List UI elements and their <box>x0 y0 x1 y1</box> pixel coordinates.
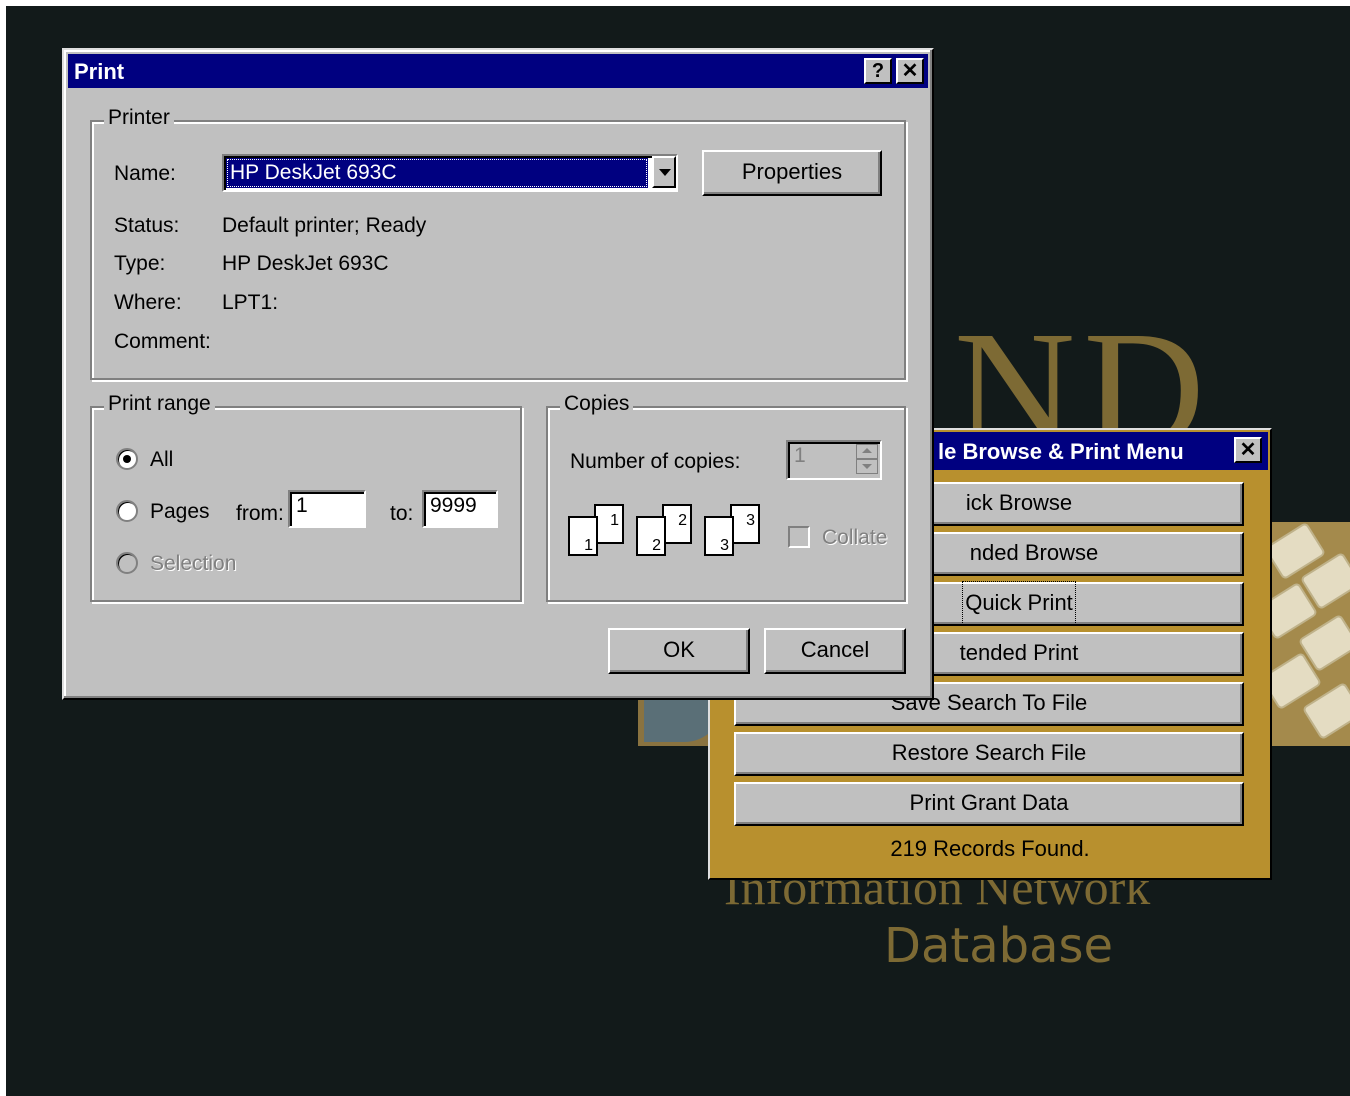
copies-value: 1 <box>794 444 806 467</box>
from-label: from: <box>236 502 284 525</box>
all-label: All <box>150 448 174 471</box>
dropdown-button[interactable] <box>652 156 676 188</box>
collate-illustration: 1 1 2 2 3 3 <box>568 504 788 568</box>
help-icon: ? <box>871 60 885 82</box>
spin-down-button[interactable] <box>856 459 878 474</box>
type-value: HP DeskJet 693C <box>222 252 389 275</box>
chevron-up-icon <box>862 448 872 453</box>
help-button[interactable]: ? <box>864 58 892 84</box>
spin-up-button[interactable] <box>856 444 878 459</box>
menu-title: le Browse & Print Menu <box>938 439 1184 464</box>
ok-button[interactable]: OK <box>608 628 750 674</box>
pages-label: Pages <box>150 500 210 523</box>
all-radio[interactable] <box>116 448 138 470</box>
comment-label: Comment: <box>114 330 211 353</box>
collate-page-front: 2 <box>636 516 666 556</box>
printer-group: Printer Name: HP DeskJet 693C Properties… <box>90 106 906 380</box>
selection-label: Selection <box>150 552 237 575</box>
menu-print-grant-data-button[interactable]: Print Grant Data <box>734 782 1244 826</box>
chevron-down-icon <box>862 464 872 469</box>
type-label: Type: <box>114 252 166 275</box>
chevron-down-icon <box>659 169 671 176</box>
pages-radio[interactable] <box>116 500 138 522</box>
menu-restore-search-button[interactable]: Restore Search File <box>734 732 1244 776</box>
to-input[interactable]: 9999 <box>422 490 498 528</box>
collate-page-back: 3 <box>730 504 760 544</box>
print-dialog-titlebar: Print ? ✕ <box>68 54 928 88</box>
close-icon: ✕ <box>1239 439 1257 461</box>
print-dialog-title: Print <box>74 59 125 84</box>
where-value: LPT1: <box>222 291 279 314</box>
print-range-group-title: Print range <box>104 392 215 416</box>
status-value: Default printer; Ready <box>222 214 427 237</box>
copies-group-title: Copies <box>560 392 634 416</box>
copies-group: Copies Number of copies: 1 1 1 2 2 3 3 C… <box>546 392 906 602</box>
number-of-copies-label: Number of copies: <box>570 450 741 473</box>
status-label: Status: <box>114 214 180 237</box>
printer-group-title: Printer <box>104 106 174 130</box>
records-found-status: 219 Records Found. <box>890 836 1090 861</box>
collate-checkbox[interactable] <box>788 526 810 548</box>
properties-button[interactable]: Properties <box>702 150 882 196</box>
print-range-group: Print range All Pages from: 1 to: 9999 S… <box>90 392 522 602</box>
collate-page-front: 3 <box>704 516 734 556</box>
printer-name-value: HP DeskJet 693C <box>226 158 648 188</box>
splash-database-line: Database <box>884 918 1114 974</box>
printer-name-select[interactable]: HP DeskJet 693C <box>222 154 678 192</box>
selection-radio[interactable] <box>116 552 138 574</box>
to-label: to: <box>390 502 414 525</box>
copies-spinner[interactable]: 1 <box>786 440 882 480</box>
from-input[interactable]: 1 <box>288 490 366 528</box>
collate-page-back: 1 <box>594 504 624 544</box>
splash-keyboard-image <box>1266 522 1350 746</box>
cancel-button[interactable]: Cancel <box>764 628 906 674</box>
collate-page-back: 2 <box>662 504 692 544</box>
close-button[interactable]: ✕ <box>896 58 924 84</box>
where-label: Where: <box>114 291 182 314</box>
collate-page-front: 1 <box>568 516 598 556</box>
close-icon: ✕ <box>901 60 919 82</box>
collate-label: Collate <box>822 526 888 549</box>
desktop: ND Information Network Database le Brows… <box>6 6 1350 1096</box>
name-label: Name: <box>114 162 176 185</box>
print-dialog: Print ? ✕ Printer Name: HP DeskJet 693C … <box>62 48 934 700</box>
menu-close-button[interactable]: ✕ <box>1234 437 1262 463</box>
